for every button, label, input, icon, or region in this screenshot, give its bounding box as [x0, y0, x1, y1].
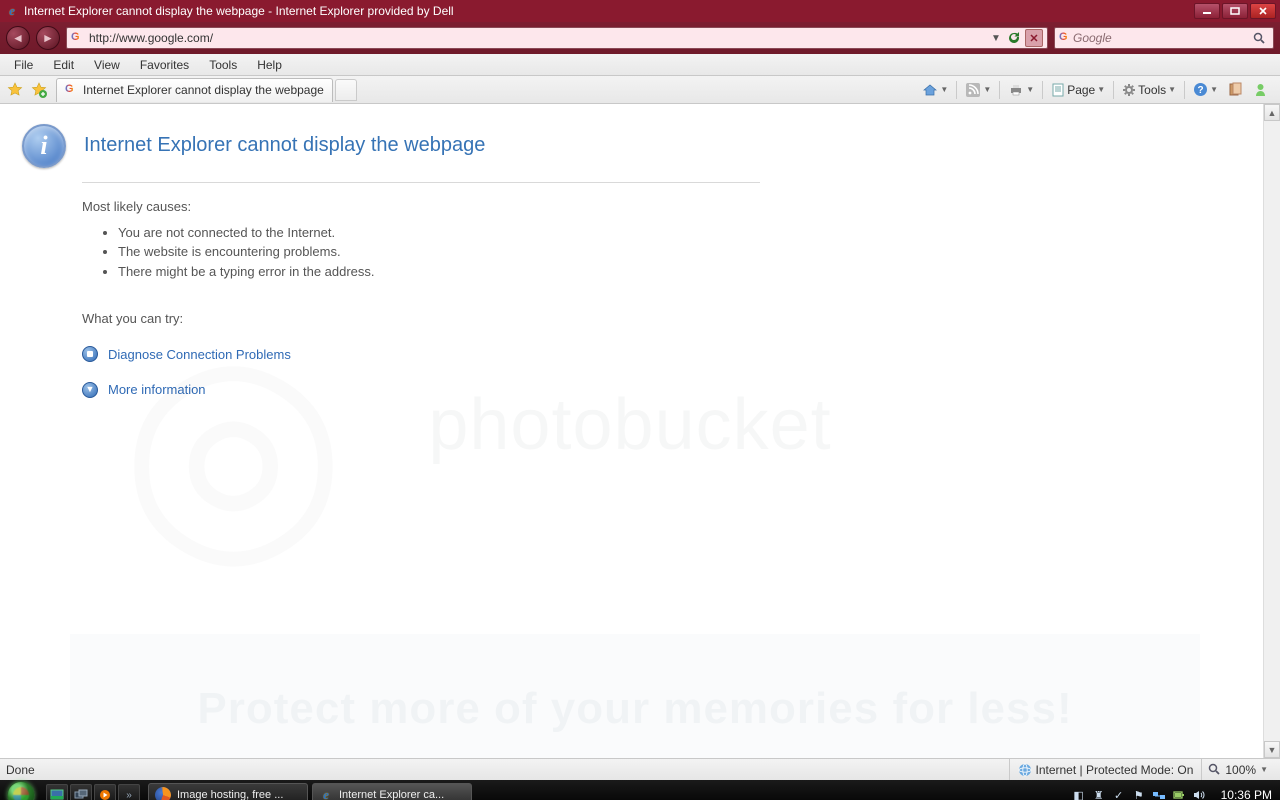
tray-battery-icon[interactable] — [1171, 787, 1187, 800]
ie-icon: e — [319, 788, 333, 800]
home-button[interactable]: ▼ — [918, 79, 952, 101]
show-desktop-button[interactable] — [46, 784, 68, 800]
vertical-scrollbar[interactable]: ▲ ▼ — [1263, 104, 1280, 758]
menu-help[interactable]: Help — [249, 56, 290, 74]
search-placeholder: Google — [1073, 31, 1253, 45]
help-button[interactable]: ?▼ — [1189, 79, 1222, 101]
divider — [82, 182, 760, 183]
tray-icon[interactable]: ✓ — [1111, 787, 1127, 800]
taskbar-btn1-label: Image hosting, free ... — [177, 789, 283, 800]
page-content: ◎ photobucket Protect more of your memor… — [0, 104, 1280, 758]
taskbar-button-firefox[interactable]: Image hosting, free ... — [148, 783, 308, 800]
firefox-icon — [155, 787, 171, 800]
scroll-track[interactable] — [1264, 121, 1280, 741]
internet-zone-icon — [1018, 763, 1032, 777]
svg-text:?: ? — [1198, 85, 1204, 96]
taskbar-btn2-label: Internet Explorer ca... — [339, 789, 444, 800]
cause-item: The website is encountering problems. — [118, 242, 760, 262]
address-dropdown-icon[interactable]: ▼ — [989, 33, 1003, 44]
taskbar-clock[interactable]: 10:36 PM — [1213, 788, 1280, 800]
address-url: http://www.google.com/ — [89, 31, 989, 45]
diagnose-link[interactable]: Diagnose Connection Problems — [108, 345, 291, 365]
tab-bar: Internet Explorer cannot display the web… — [0, 76, 1280, 104]
tray-icon[interactable]: ◧ — [1071, 787, 1087, 800]
window-title: Internet Explorer cannot display the web… — [24, 4, 1194, 18]
taskbar-button-ie[interactable]: e Internet Explorer ca... — [312, 783, 472, 800]
error-heading: Internet Explorer cannot display the web… — [84, 134, 485, 157]
status-bar: Done Internet | Protected Mode: On 100% … — [0, 758, 1280, 780]
media-player-button[interactable] — [94, 784, 116, 800]
switch-windows-button[interactable] — [70, 784, 92, 800]
scroll-down-button[interactable]: ▼ — [1264, 741, 1280, 758]
research-button[interactable] — [1224, 79, 1247, 101]
print-button[interactable]: ▼ — [1004, 79, 1038, 101]
causes-list: You are not connected to the Internet. T… — [118, 223, 760, 282]
ie-icon: e — [4, 3, 20, 19]
forward-button[interactable]: ► — [36, 26, 60, 50]
diagnose-icon — [82, 346, 98, 362]
search-provider-icon — [1059, 31, 1073, 45]
tools-label: Tools — [1138, 83, 1166, 97]
zoom-value: 100% — [1225, 763, 1256, 777]
quick-launch-chevron[interactable]: » — [118, 784, 140, 800]
menu-tools[interactable]: Tools — [201, 56, 245, 74]
causes-label: Most likely causes: — [82, 197, 760, 217]
start-button[interactable] — [0, 780, 42, 800]
browser-tab[interactable]: Internet Explorer cannot display the web… — [56, 78, 333, 102]
tray-icon[interactable]: ⚑ — [1131, 787, 1147, 800]
menu-edit[interactable]: Edit — [45, 56, 82, 74]
scroll-up-button[interactable]: ▲ — [1264, 104, 1280, 121]
page-label: Page — [1067, 83, 1095, 97]
zone-text: Internet | Protected Mode: On — [1036, 763, 1194, 777]
taskbar: » Image hosting, free ... e Internet Exp… — [0, 780, 1280, 800]
cause-item: You are not connected to the Internet. — [118, 223, 760, 243]
info-icon: i — [22, 124, 66, 168]
zoom-icon — [1208, 763, 1221, 776]
feeds-button[interactable]: ▼ — [961, 79, 995, 101]
stop-button[interactable]: ✕ — [1025, 29, 1043, 47]
search-box[interactable]: Google — [1054, 27, 1274, 49]
zoom-dropdown-icon[interactable]: ▼ — [1260, 765, 1268, 774]
security-zone[interactable]: Internet | Protected Mode: On — [1009, 759, 1202, 780]
menu-file[interactable]: File — [6, 56, 41, 74]
cause-item: There might be a typing error in the add… — [118, 262, 760, 282]
error-page: i Internet Explorer cannot display the w… — [0, 104, 760, 400]
menu-view[interactable]: View — [86, 56, 128, 74]
system-tray[interactable]: ◧ ♜ ✓ ⚑ — [1065, 787, 1213, 800]
window-titlebar: e Internet Explorer cannot display the w… — [0, 0, 1280, 22]
new-tab-button[interactable] — [335, 79, 357, 101]
tray-volume-icon[interactable] — [1191, 787, 1207, 800]
zoom-control[interactable]: 100% ▼ — [1201, 759, 1274, 780]
expand-icon[interactable]: ▼ — [82, 382, 98, 398]
tray-icon[interactable]: ♜ — [1091, 787, 1107, 800]
tab-favicon-icon — [65, 83, 79, 97]
tray-network-icon[interactable] — [1151, 787, 1167, 800]
page-menu[interactable]: Page▼ — [1047, 79, 1109, 101]
status-text: Done — [6, 763, 1009, 777]
windows-orb-icon — [7, 781, 35, 800]
refresh-button[interactable] — [1005, 29, 1023, 47]
tab-title: Internet Explorer cannot display the web… — [83, 83, 324, 97]
watermark-slogan: Protect more of your memories for less! — [70, 634, 1200, 758]
tools-menu[interactable]: Tools▼ — [1118, 79, 1180, 101]
more-info-link[interactable]: More information — [108, 380, 206, 400]
close-button[interactable] — [1250, 3, 1276, 19]
menu-bar: File Edit View Favorites Tools Help — [0, 54, 1280, 76]
back-button[interactable]: ◄ — [6, 26, 30, 50]
navigation-bar: ◄ ► http://www.google.com/ ▼ ✕ Google — [0, 22, 1280, 54]
google-favicon-icon — [71, 31, 85, 45]
messenger-button[interactable] — [1249, 79, 1272, 101]
search-icon[interactable] — [1253, 32, 1269, 45]
favorites-star-button[interactable] — [4, 79, 26, 101]
add-favorites-button[interactable] — [28, 79, 50, 101]
maximize-button[interactable] — [1222, 3, 1248, 19]
try-label: What you can try: — [82, 309, 760, 329]
menu-favorites[interactable]: Favorites — [132, 56, 197, 74]
command-bar: ▼ ▼ ▼ Page▼ Tools▼ ?▼ — [918, 79, 1276, 101]
address-bar[interactable]: http://www.google.com/ ▼ ✕ — [66, 27, 1048, 49]
minimize-button[interactable] — [1194, 3, 1220, 19]
quick-launch: » — [42, 784, 144, 800]
